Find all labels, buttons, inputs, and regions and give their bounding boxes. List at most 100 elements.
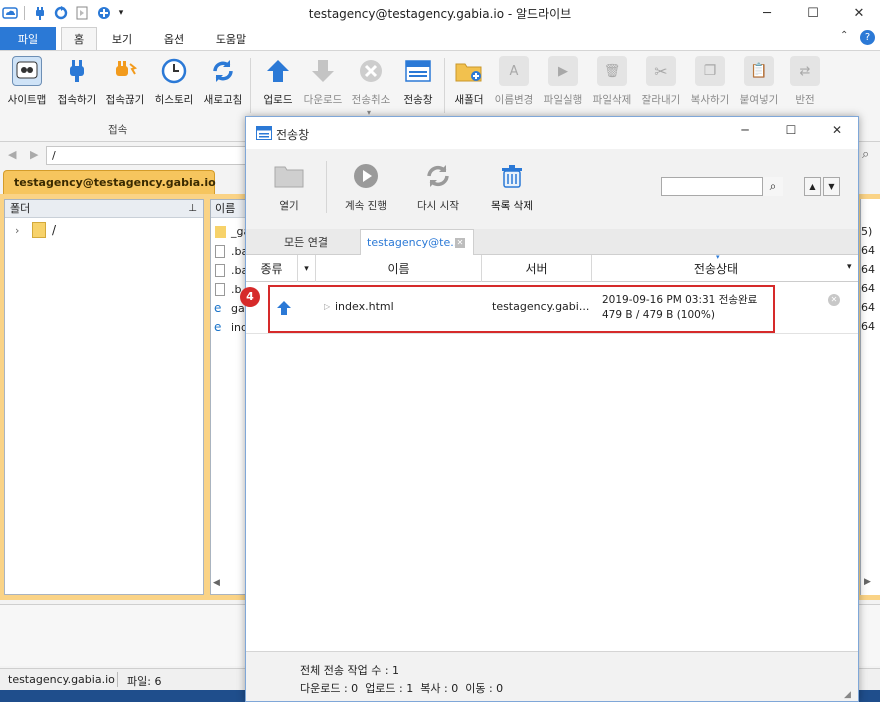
copy-button[interactable]: ❐ 복사하기	[686, 56, 734, 112]
cancel-transfer-button[interactable]: 전송취소	[348, 56, 394, 112]
file-icon	[215, 264, 225, 277]
tab-view[interactable]: 보기	[104, 27, 140, 50]
clear-list-button[interactable]: 목록 삭제	[484, 161, 540, 213]
paste-icon: 📋	[744, 56, 774, 86]
dialog-minimize-button[interactable]: ─	[730, 123, 760, 143]
plug-connect-icon	[62, 56, 92, 86]
folder-pane: 폴더 ⊥ › /	[4, 199, 204, 595]
pin-icon[interactable]: ⊥	[188, 200, 197, 218]
copy-icon: ❐	[695, 56, 725, 86]
search-icon[interactable]: ⌕	[762, 177, 783, 196]
rename-button[interactable]: A 이름변경	[490, 56, 538, 112]
dialog-close-button[interactable]: ✕	[822, 123, 852, 143]
tab-file[interactable]: 파일	[0, 27, 56, 50]
cut-button[interactable]: ✂ 잘라내기	[636, 56, 686, 112]
collapse-ribbon-icon[interactable]: ⌃	[840, 30, 848, 41]
tab-home[interactable]: 홈	[61, 27, 97, 50]
upload-arrow-icon	[276, 300, 292, 319]
run-file-icon: ▶	[548, 56, 578, 86]
column-chooser-icon[interactable]: ▾	[847, 262, 852, 272]
path-input[interactable]: /	[46, 146, 256, 165]
tree-expand-icon[interactable]: ›	[15, 224, 19, 237]
ribbon-separator	[444, 58, 445, 113]
row-expand-icon[interactable]: ▷	[324, 302, 330, 311]
tree-root-label[interactable]: /	[52, 223, 56, 237]
new-folder-button[interactable]: 새폴더	[448, 56, 490, 112]
next-result-icon[interactable]: ▼	[823, 177, 840, 196]
upload-button[interactable]: 업로드	[256, 56, 300, 112]
transfer-window-icon	[403, 56, 433, 86]
open-folder-icon	[273, 161, 305, 191]
transfer-window-button[interactable]: 전송창	[396, 56, 440, 112]
resize-grip-icon[interactable]: ◢	[844, 690, 851, 700]
file-size-value: 64	[861, 320, 875, 333]
help-icon[interactable]: ?	[860, 30, 875, 45]
dialog-search-input[interactable]: ⌕	[661, 177, 783, 196]
file-size-value: 64	[861, 263, 875, 276]
tab-help[interactable]: 도움말	[208, 27, 254, 50]
ie-file-icon: e	[214, 301, 222, 315]
previous-result-icon[interactable]: ▲	[804, 177, 821, 196]
clear-list-trash-icon	[496, 161, 528, 191]
folder-icon	[32, 222, 46, 238]
back-icon[interactable]: ◀	[8, 148, 16, 161]
close-button[interactable]: ✕	[836, 0, 880, 26]
invert-button[interactable]: ⇄ 반전	[784, 56, 826, 112]
clock-icon	[159, 56, 189, 86]
sort-indicator-icon: ▾	[716, 253, 720, 261]
transfer-datetime: 2019-09-16 PM 03:31 전송완료	[602, 294, 758, 306]
invert-selection-icon: ⇄	[790, 56, 820, 86]
file-column-header[interactable]: 이름	[211, 200, 249, 218]
scroll-right-icon[interactable]: ▶	[864, 577, 871, 587]
dialog-title-bar: 전송창 ─ ☐ ✕	[246, 117, 858, 149]
minimize-button[interactable]: ─	[744, 0, 790, 26]
row-divider	[246, 333, 858, 334]
connect-button[interactable]: 접속하기	[52, 56, 102, 112]
session-tab[interactable]: testagency@testagency.gabia.io	[3, 170, 216, 195]
resume-button[interactable]: 계속 진행	[338, 161, 394, 213]
paste-button[interactable]: 📋 붙여넣기	[734, 56, 784, 112]
tab-close-icon[interactable]: ✕	[455, 238, 465, 248]
disconnect-button[interactable]: 접속끊기	[102, 56, 148, 112]
sitemap-button[interactable]: 사이트맵	[2, 56, 52, 112]
file-size-value: 64	[861, 282, 875, 295]
upload-arrow-icon	[263, 56, 293, 86]
restart-button[interactable]: 다시 시작	[410, 161, 466, 213]
dialog-footer: 전체 전송 작업 수 : 1 다운로드 : 0 업로드 : 1 복사 : 0 이…	[246, 651, 858, 701]
ribbon-separator	[250, 58, 251, 113]
transfer-breakdown: 다운로드 : 0 업로드 : 1 복사 : 0 이동 : 0	[300, 682, 504, 695]
play-circle-icon	[350, 161, 382, 191]
status-divider	[117, 672, 118, 687]
file-size-value: 64	[861, 301, 875, 314]
transfer-dialog: 전송창 ─ ☐ ✕ 열기 계속 진행 다시 시작 목록 삭제 ⌕ ▲ ▼ 모든 …	[240, 116, 859, 702]
transfer-progress: 479 B / 479 B (100%)	[602, 309, 715, 321]
dialog-title: 전송창	[276, 128, 310, 142]
delete-file-button[interactable]: 🗑 파일삭제	[588, 56, 636, 112]
title-bar: ▾ testagency@testagency.gabia.io - 알드라이브…	[0, 0, 880, 26]
transfer-row-highlight[interactable]: ▷ index.html testagency.gabi... 2019-09-…	[268, 285, 775, 333]
dialog-tab-bar: 모든 연결 testagency@te... ✕	[246, 229, 858, 255]
column-type[interactable]: 종류	[246, 255, 298, 282]
forward-icon[interactable]: ▶	[30, 148, 38, 161]
transfer-window-icon	[256, 126, 272, 143]
tab-options[interactable]: 옵션	[156, 27, 192, 50]
run-file-button[interactable]: ▶ 파일실행	[538, 56, 588, 112]
refresh-icon	[208, 56, 238, 86]
transfer-file-name: index.html	[335, 300, 394, 313]
column-server[interactable]: 서버	[482, 255, 592, 282]
open-button[interactable]: 열기	[268, 161, 310, 213]
tab-session[interactable]: testagency@te... ✕	[360, 229, 474, 255]
tab-all-connections[interactable]: 모든 연결	[254, 229, 358, 255]
maximize-button[interactable]: ☐	[790, 0, 836, 26]
history-button[interactable]: 히스토리	[150, 56, 198, 112]
dialog-maximize-button[interactable]: ☐	[776, 123, 806, 143]
file-size-value: 64	[861, 244, 875, 257]
scroll-left-icon[interactable]: ◀	[213, 578, 220, 588]
download-button[interactable]: 다운로드	[300, 56, 346, 112]
refresh-button[interactable]: 새로고침	[200, 56, 246, 112]
remove-row-icon[interactable]: ✕	[828, 294, 840, 306]
search-icon[interactable]: ⌕	[862, 147, 869, 162]
column-type-dropdown-icon[interactable]: ▾	[298, 255, 316, 282]
rename-icon: A	[499, 56, 529, 86]
column-name[interactable]: 이름	[316, 255, 482, 282]
